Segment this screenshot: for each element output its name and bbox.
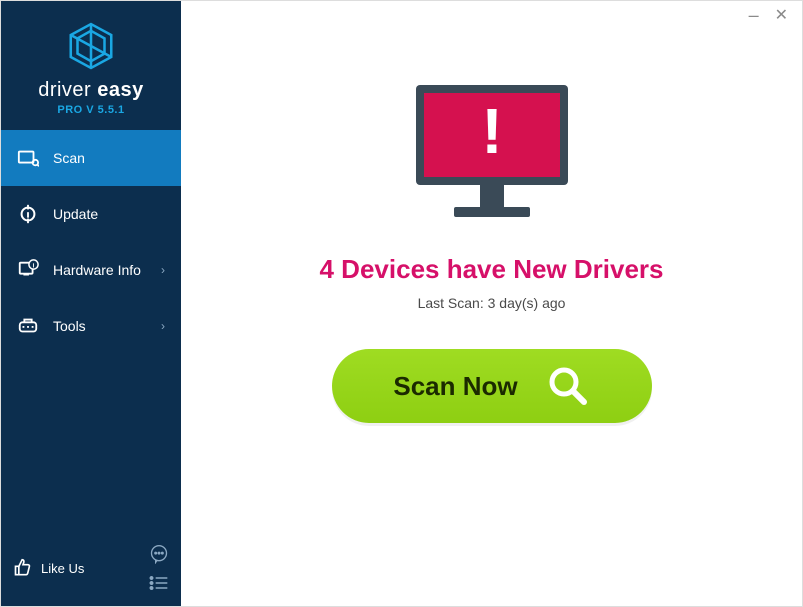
- chevron-right-icon: ›: [161, 319, 165, 333]
- feedback-icon[interactable]: [149, 544, 169, 564]
- chevron-right-icon: ›: [161, 263, 165, 277]
- sidebar-item-label: Tools: [53, 318, 161, 334]
- menu-list-icon[interactable]: [149, 574, 169, 592]
- svg-text:i: i: [33, 262, 35, 269]
- svg-text:!: !: [481, 95, 502, 167]
- scan-icon: [17, 147, 39, 169]
- sidebar-item-hardware-info[interactable]: i Hardware Info ›: [1, 242, 181, 298]
- sidebar-item-label: Hardware Info: [53, 262, 161, 278]
- sidebar-item-update[interactable]: Update: [1, 186, 181, 242]
- sidebar-item-label: Update: [53, 206, 165, 222]
- brand-name-bold: easy: [97, 79, 144, 101]
- sidebar-item-label: Scan: [53, 150, 165, 166]
- app-version: PRO V 5.5.1: [1, 104, 181, 116]
- update-icon: [17, 203, 39, 225]
- sidebar-item-tools[interactable]: Tools ›: [1, 298, 181, 354]
- close-button[interactable]: ✕: [775, 5, 788, 25]
- main-panel: – ✕ ! 4 Devices have New Drivers Last Sc…: [181, 1, 802, 606]
- window-controls: – ✕: [749, 1, 802, 29]
- brand-name: driver easy: [1, 79, 181, 102]
- hardware-icon: i: [17, 259, 39, 281]
- logo-area: driver easy PRO V 5.5.1: [1, 1, 181, 130]
- like-us-label: Like Us: [41, 561, 84, 576]
- alert-monitor-illustration: !: [406, 79, 578, 232]
- last-scan-label: Last Scan: 3 day(s) ago: [418, 295, 566, 311]
- like-us-button[interactable]: Like Us: [13, 558, 84, 578]
- minimize-button[interactable]: –: [749, 5, 759, 26]
- sidebar-item-scan[interactable]: Scan: [1, 130, 181, 186]
- scan-now-label: Scan Now: [393, 371, 517, 402]
- sidebar: driver easy PRO V 5.5.1 Scan Update: [1, 1, 181, 606]
- scan-result-headline: 4 Devices have New Drivers: [320, 254, 664, 285]
- thumbs-up-icon: [13, 558, 33, 578]
- magnify-icon: [546, 364, 590, 408]
- brand-name-light: driver: [38, 79, 91, 101]
- sidebar-footer: Like Us: [1, 534, 181, 606]
- scan-now-button[interactable]: Scan Now: [332, 349, 652, 423]
- app-logo-icon: [64, 19, 118, 73]
- tools-icon: [17, 315, 39, 337]
- sidebar-nav: Scan Update i Hardware Info ›: [1, 130, 181, 534]
